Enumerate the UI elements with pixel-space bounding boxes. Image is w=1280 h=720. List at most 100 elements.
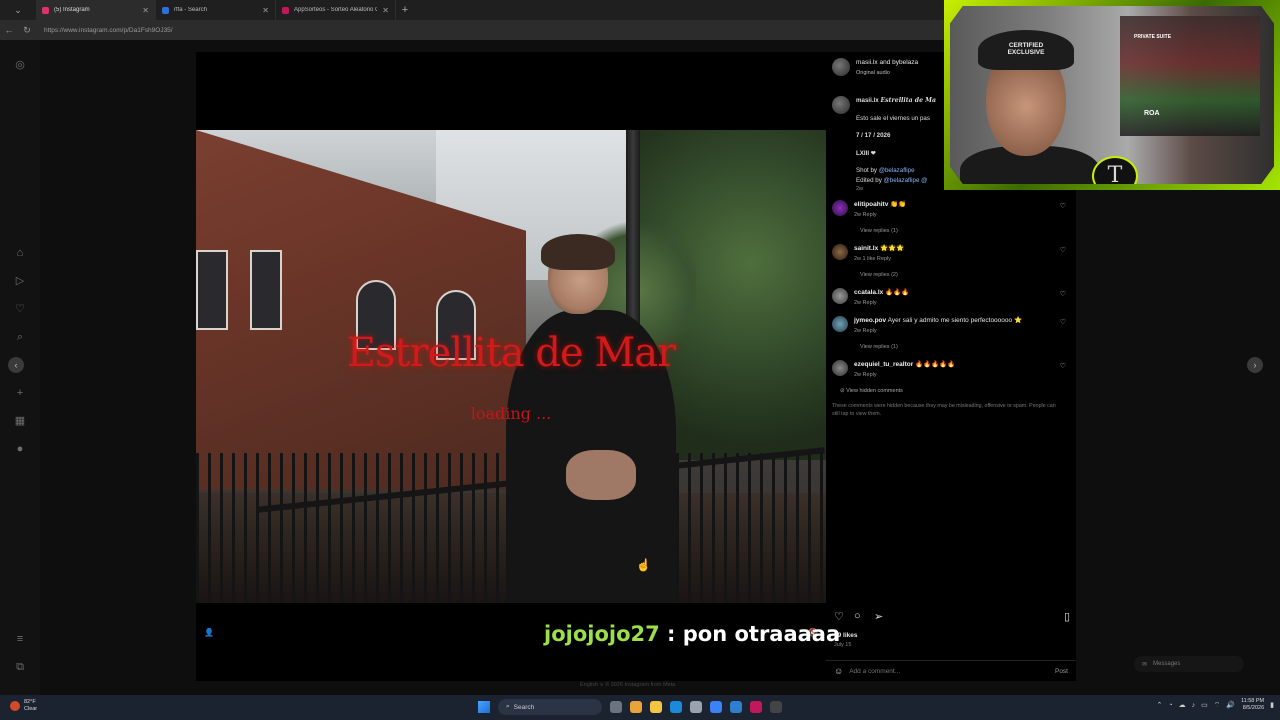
caption-line: Esto sale el viernes un pas — [856, 114, 930, 122]
cloud-icon[interactable]: ☁ — [1179, 701, 1186, 709]
comment-input[interactable] — [849, 667, 1049, 675]
post-author[interactable]: masii.lx and bybelaza — [856, 58, 918, 68]
close-icon[interactable]: ✕ — [142, 6, 149, 15]
chrome-icon[interactable] — [630, 701, 642, 713]
reels-icon[interactable]: ▷ — [13, 274, 27, 288]
home-icon[interactable]: ⌂ — [13, 246, 27, 260]
chevron-down-icon[interactable]: ⌄ — [14, 5, 22, 16]
chevron-up-icon[interactable]: ⌃ — [1156, 701, 1162, 709]
post-audio[interactable]: Original audio — [856, 68, 918, 78]
share-icon[interactable]: ➢ — [874, 610, 883, 623]
chat-text: : pon otraaaaa — [659, 622, 841, 646]
task-view-icon[interactable] — [610, 701, 622, 713]
mail-icon[interactable] — [710, 701, 722, 713]
like-heart-icon[interactable]: ♡ — [1060, 246, 1066, 254]
wifi-icon[interactable]: ⌔ — [1214, 701, 1221, 710]
caption-shot-link[interactable]: @belazaflipe — [879, 167, 915, 174]
tab-controls[interactable]: ⌄ — [0, 0, 36, 20]
weather-widget[interactable]: 82°F Clear — [10, 699, 37, 713]
edge-icon[interactable] — [670, 701, 682, 713]
profile-icon[interactable]: ● — [13, 442, 27, 456]
emoji-icon[interactable]: ☺ — [834, 666, 843, 676]
view-hidden-comments[interactable]: ⊘ View hidden comments — [840, 388, 1072, 394]
comment-meta[interactable]: 2w Reply — [854, 370, 1072, 380]
url-field[interactable]: https://www.instagram.com/p/Da1Fsh9OJ35/ — [44, 27, 173, 34]
comment-user[interactable]: ccatala.lx — [854, 289, 883, 296]
store-icon[interactable] — [690, 701, 702, 713]
taskbar-clock[interactable]: 11:58 PM 8/5/2026 — [1241, 698, 1264, 712]
comment-icon[interactable]: ○ — [854, 610, 861, 622]
comment-meta[interactable]: 2w 1 like Reply — [854, 254, 1072, 264]
avatar[interactable] — [832, 58, 850, 76]
create-icon[interactable]: + — [13, 386, 27, 400]
caption-lxiii: LXIII ❤ — [856, 149, 876, 157]
messages-button[interactable]: ✉ Messages — [1134, 656, 1244, 672]
tab-label: (5) Instagram — [54, 7, 90, 13]
tab-instagram[interactable]: (5) Instagram ✕ — [36, 0, 156, 20]
caption-edit-link[interactable]: @belazaflipe @ — [884, 177, 928, 184]
view-replies-link[interactable]: View replies (1) — [860, 226, 1072, 236]
avatar[interactable] — [832, 360, 848, 376]
apps-icon[interactable]: ⧉ — [13, 660, 27, 674]
microphone-icon[interactable]: ♪ — [1192, 702, 1196, 709]
post-button[interactable]: Post — [1055, 668, 1068, 675]
like-heart-icon[interactable]: ♡ — [1060, 318, 1066, 326]
page-footer: English ∨ © 2026 Instagram from Meta — [580, 682, 676, 688]
weather-icon — [10, 701, 20, 711]
like-heart-icon[interactable]: ♡ — [1060, 362, 1066, 370]
avatar[interactable] — [832, 96, 850, 114]
comment-meta[interactable]: 2w Reply — [854, 326, 1072, 336]
hidden-comments-note: These comments were hidden because they … — [832, 403, 1056, 417]
comment-meta[interactable]: 2w Reply — [854, 210, 1072, 220]
like-heart-icon[interactable]: ♡ — [1060, 290, 1066, 298]
file-explorer-icon[interactable] — [650, 701, 662, 713]
comment-meta[interactable]: 2w Reply — [854, 298, 1072, 308]
avatar[interactable] — [832, 200, 848, 216]
notifications-icon[interactable]: ▮ — [1270, 701, 1274, 709]
like-heart-icon[interactable]: ♡ — [1060, 202, 1066, 210]
browser-window: ⌄ (5) Instagram ✕ rffa - Search ✕ AppSor… — [0, 0, 1280, 720]
new-tab-button[interactable]: + — [396, 4, 414, 16]
tab-appsorteos[interactable]: AppSorteos - Sorteo Aleatorio Gr... ✕ — [276, 0, 396, 20]
comment: ezequiel_tu_realtor 🔥🔥🔥🔥🔥 2w Reply ♡ — [832, 360, 1072, 380]
comment: ccatala.lx 🔥🔥🔥 2w Reply ♡ — [832, 288, 1072, 308]
instagram-app-icon[interactable] — [750, 701, 762, 713]
caption-user[interactable]: masii.lx — [856, 97, 879, 104]
volume-icon[interactable]: 🔊 — [1226, 701, 1235, 709]
refresh-icon[interactable]: ↻ — [22, 25, 32, 36]
comment-user[interactable]: elitipoahitv — [854, 201, 888, 208]
view-replies-link[interactable]: View replies (2) — [860, 270, 1072, 280]
comment-user[interactable]: jymeo.pov — [854, 317, 886, 324]
avatar[interactable] — [832, 244, 848, 260]
network-icon[interactable]: ◔ — [1168, 702, 1172, 709]
comment-user[interactable]: ezequiel_tu_realtor — [854, 361, 913, 368]
tagged-user-icon[interactable]: 👤 — [204, 628, 214, 637]
monitor-icon[interactable]: ▭ — [1201, 701, 1208, 709]
search-icon: ⌕ — [506, 703, 510, 710]
video-player[interactable]: Estrellita de Mar loading ... 👤 🔇 — [196, 52, 826, 681]
previous-post-arrow-icon[interactable]: ‹ — [8, 357, 24, 373]
tab-label: rffa - Search — [174, 7, 207, 13]
obs-icon[interactable] — [770, 701, 782, 713]
close-icon[interactable]: ✕ — [262, 6, 269, 15]
avatar[interactable] — [832, 316, 848, 332]
back-arrow-icon[interactable]: ← — [4, 25, 14, 35]
add-comment-bar: ☺ Post — [826, 660, 1076, 681]
telegram-icon[interactable] — [730, 701, 742, 713]
tab-search[interactable]: rffa - Search ✕ — [156, 0, 276, 20]
comment-user[interactable]: sainit.lx — [854, 245, 878, 252]
view-replies-link[interactable]: View replies (1) — [860, 342, 1072, 352]
post-caption: masii.lx Estrellita de Ma Esto sale el v… — [832, 96, 936, 195]
windows-start-icon[interactable] — [478, 701, 490, 713]
search-icon[interactable]: ⌕ — [13, 330, 27, 344]
avatar[interactable] — [832, 288, 848, 304]
notifications-icon[interactable]: ♡ — [13, 302, 27, 316]
menu-icon[interactable]: ≡ — [13, 632, 27, 646]
instagram-logo-icon[interactable]: ◎ — [13, 58, 27, 72]
comment: jymeo.pov Ayer sali y admito me siento p… — [832, 316, 1072, 352]
taskbar-search[interactable]: ⌕ Search — [498, 699, 602, 715]
next-post-arrow-icon[interactable]: › — [1247, 357, 1263, 373]
bookmark-icon[interactable]: ▯ — [1064, 610, 1070, 623]
close-icon[interactable]: ✕ — [382, 6, 389, 15]
dashboard-icon[interactable]: ▦ — [13, 414, 27, 428]
